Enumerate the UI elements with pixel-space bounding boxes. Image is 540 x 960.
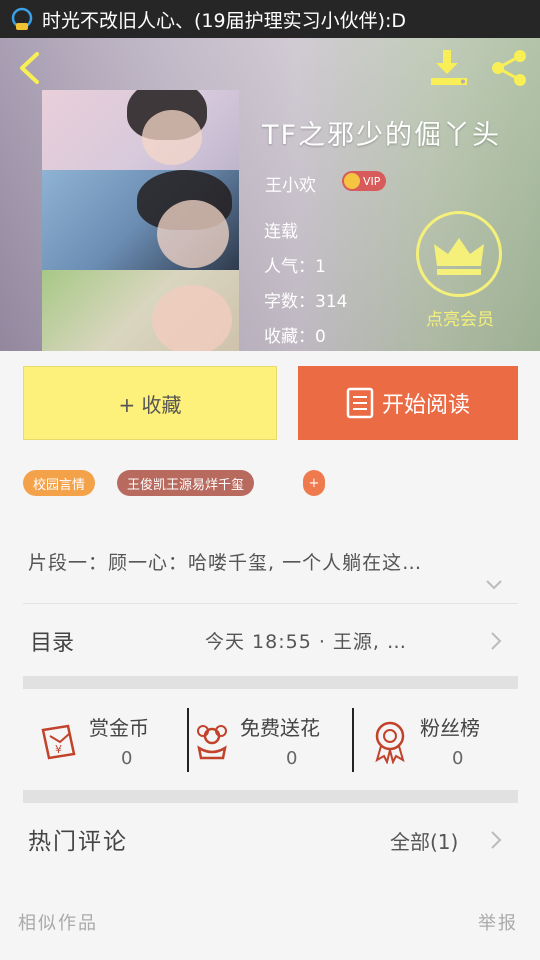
section-separator [23, 676, 518, 689]
book-cover[interactable] [42, 90, 239, 351]
crown-icon [434, 238, 484, 275]
status-bar: 时光不改旧人心、(19届护理实习小伙伴):D [0, 0, 540, 38]
similar-works-link[interactable]: 相似作品 [18, 909, 98, 935]
favorites-count: 收藏：0 [264, 327, 326, 347]
latest-chapter[interactable]: 今天 18:55 · 王源, … [205, 627, 407, 654]
reward-coins-value: 0 [121, 748, 133, 769]
send-flower-value: 0 [286, 748, 298, 769]
start-reading-button[interactable]: 开始阅读 [298, 366, 518, 440]
fan-rank-label: 粉丝榜 [420, 716, 480, 740]
flower-icon [197, 725, 227, 760]
book-icon [346, 387, 374, 419]
fan-rank-value: 0 [452, 748, 464, 769]
hot-comments-label: 热门评论 [28, 829, 128, 855]
vip-label: VIP [363, 174, 381, 188]
member-label: 点亮会员 [426, 310, 494, 330]
toc-label[interactable]: 目录 [30, 625, 74, 657]
add-tag-button[interactable]: + [303, 470, 325, 496]
fan-rank-item[interactable]: 粉丝榜 0 [354, 708, 518, 774]
popularity: 人气：1 [264, 257, 326, 277]
author-name[interactable]: 王小欢 [265, 171, 316, 196]
send-flower-item[interactable]: 免费送花 0 [189, 708, 353, 774]
chat-notification-icon [11, 7, 33, 30]
download-icon[interactable] [428, 48, 470, 88]
book-title: TF之邪少的倔丫头 [262, 120, 502, 151]
medal-icon [375, 721, 405, 764]
reward-coins-item[interactable]: ¥ 赏金币 0 [23, 708, 188, 774]
chevron-right-icon[interactable] [490, 830, 502, 850]
member-button[interactable] [416, 211, 502, 297]
cover-figure-face [142, 110, 202, 165]
excerpt-text[interactable]: 片段一：顾一心：哈喽千玺, 一个人躺在这… [28, 548, 514, 575]
cover-figure-face [157, 200, 229, 268]
word-count: 字数：314 [264, 292, 348, 312]
send-flower-label: 免费送花 [240, 716, 320, 740]
section-separator [23, 790, 518, 803]
collect-button[interactable]: + 收藏 [23, 366, 277, 440]
tag-characters[interactable]: 王俊凯王源易烊千玺 [117, 470, 255, 496]
back-icon[interactable] [12, 50, 48, 86]
vip-badge: VIP [342, 171, 387, 191]
chevron-down-icon[interactable] [484, 578, 504, 592]
tag-campus-romance[interactable]: 校园言情 [23, 470, 96, 496]
reward-coins-label: 赏金币 [89, 716, 149, 740]
share-icon[interactable] [488, 48, 530, 88]
crown-icon [344, 173, 360, 189]
red-envelope-icon: ¥ [41, 724, 76, 760]
start-reading-label: 开始阅读 [381, 393, 470, 418]
chevron-right-icon[interactable] [490, 631, 502, 651]
all-comments-link[interactable]: 全部(1) [390, 826, 458, 855]
serial-status: 连载 [264, 222, 298, 242]
book-header: TF之邪少的倔丫头 王小欢 VIP 连载 人气：1 字数：314 收藏：0 点亮… [0, 38, 540, 351]
svg-text:¥: ¥ [55, 743, 62, 756]
divider [23, 603, 518, 604]
report-link[interactable]: 举报 [478, 909, 518, 935]
notification-text: 时光不改旧人心、(19届护理实习小伙伴):D [42, 9, 407, 32]
cover-figure-face [152, 285, 232, 351]
